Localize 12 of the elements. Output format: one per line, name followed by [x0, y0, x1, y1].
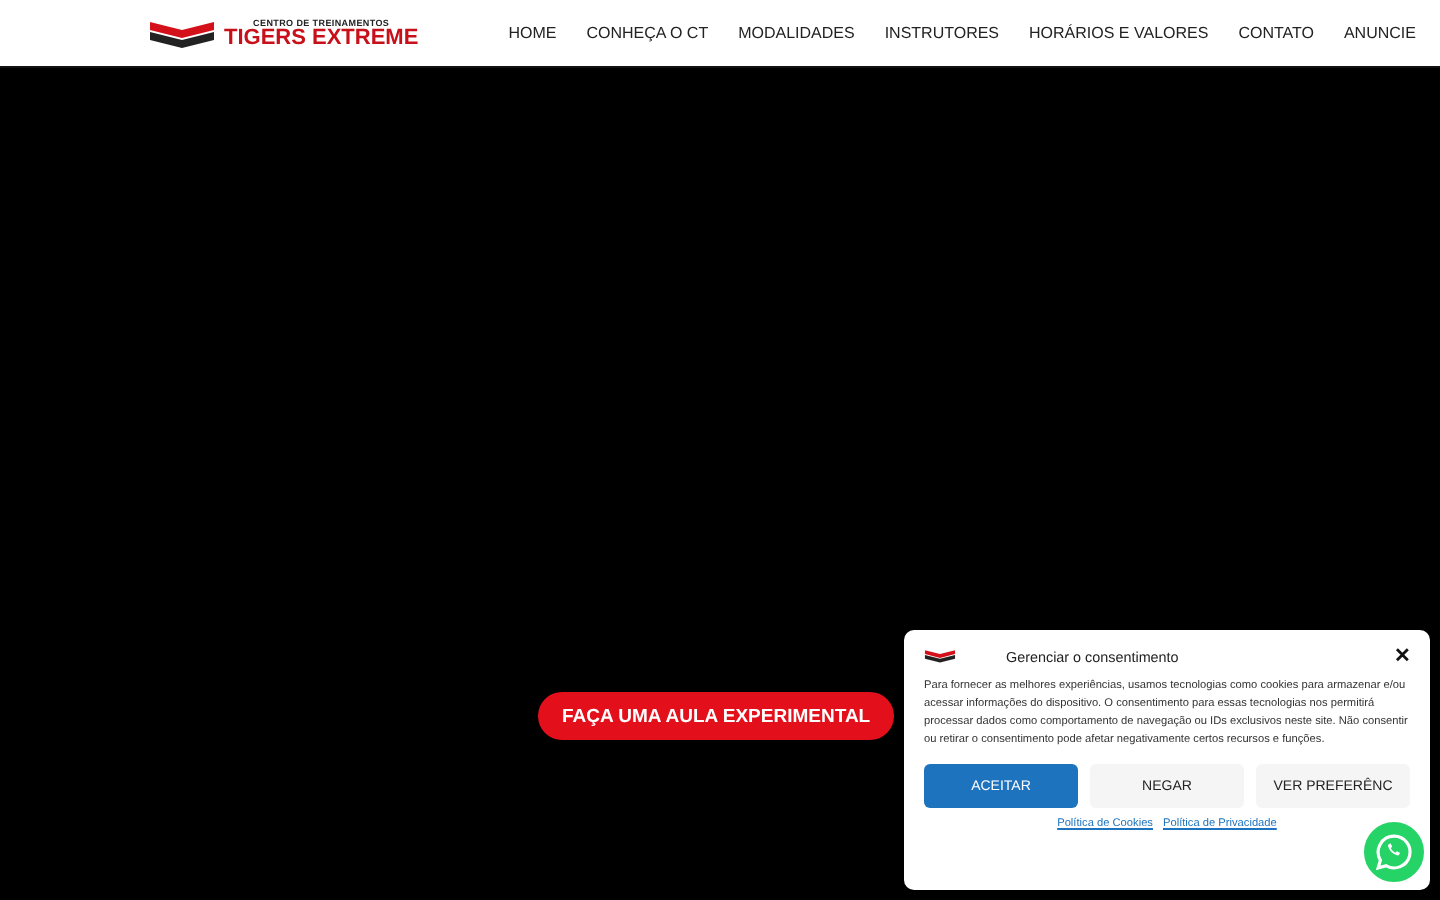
logo-text: TIGERS EXTREME [224, 27, 419, 49]
logo-icon [924, 648, 956, 664]
nav-link[interactable]: ANUNCIE [1343, 24, 1416, 42]
cta-button[interactable]: FAÇA UMA AULA EXPERIMENTAL [538, 692, 895, 740]
logo-icon [148, 17, 216, 49]
nav-link[interactable]: CONHEÇA O CT [586, 24, 709, 42]
nav-link[interactable]: CONTATO [1238, 24, 1314, 42]
nav-link[interactable]: INSTRUTORES [884, 24, 1000, 42]
close-icon[interactable]: ✕ [1394, 644, 1410, 668]
nav-link[interactable]: HOME [508, 24, 557, 42]
nav-link[interactable]: HORÁRIOS E VALORES [1029, 24, 1209, 42]
nav-link[interactable]: MODALIDADES [738, 24, 855, 42]
